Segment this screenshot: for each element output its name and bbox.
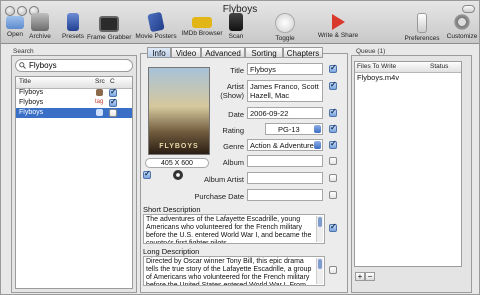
scan-button[interactable]: Scan	[225, 13, 247, 40]
album-artist-checkbox[interactable]	[329, 174, 337, 182]
archive-button[interactable]: Archive	[27, 13, 53, 40]
album-label: Album	[222, 158, 244, 167]
search-icon	[19, 62, 26, 69]
search-panel-title: Search	[13, 48, 34, 55]
search-input[interactable]	[29, 60, 124, 71]
src-icon: tag	[95, 99, 104, 105]
folder-icon	[6, 16, 24, 29]
rating-select[interactable]: PG-13	[265, 123, 323, 135]
row-checkbox[interactable]	[109, 109, 117, 117]
long-description-checkbox[interactable]	[329, 266, 337, 274]
rating-checkbox[interactable]	[329, 123, 337, 133]
src-icon	[96, 89, 103, 96]
preferences-button[interactable]: Preferences	[404, 13, 440, 42]
customize-button[interactable]: Customize	[445, 13, 479, 40]
play-icon	[331, 14, 345, 30]
title-checkbox[interactable]	[329, 63, 337, 73]
reset-poster-icon[interactable]	[173, 170, 183, 180]
title-field[interactable]: Flyboys	[247, 63, 323, 75]
date-label: Date	[228, 110, 244, 119]
short-description-label: Short Description	[143, 205, 201, 214]
tab-chapters[interactable]: Chapters	[283, 47, 323, 58]
table-row[interactable]: Flyboys	[16, 108, 132, 118]
poster-checkbox[interactable]	[143, 169, 151, 179]
toggle-button[interactable]: Toggle	[271, 13, 299, 42]
album-artist-label: Album Artist	[203, 175, 244, 184]
row-checkbox[interactable]	[109, 87, 117, 97]
search-field[interactable]	[15, 59, 133, 72]
col-files-to-write[interactable]: Files To Write	[357, 63, 396, 70]
tab-sorting[interactable]: Sorting	[245, 47, 283, 58]
artist-label: Artist	[226, 82, 244, 91]
genre-checkbox[interactable]	[329, 139, 337, 149]
remove-button[interactable]: −	[365, 272, 375, 281]
artist-field[interactable]: James Franco, Scott Hazell, Mac	[247, 80, 323, 102]
long-description-field[interactable]: Directed by Oscar winner Tony Bill, this…	[143, 256, 325, 286]
col-status[interactable]: Status	[430, 63, 448, 70]
main-window: Flyboys Open Archive Presets Frame Grabb…	[0, 0, 480, 295]
imdb-browser-button[interactable]: IMDb Browser	[181, 13, 223, 37]
poster-title-text: FLYBOYS	[159, 143, 199, 150]
chevron-down-icon	[314, 125, 321, 133]
col-c[interactable]: C	[110, 78, 115, 85]
chevron-down-icon	[314, 141, 321, 149]
frame-grabber-button[interactable]: Frame Grabber	[87, 13, 131, 41]
title-bar: Flyboys Open Archive Presets Frame Grabb…	[1, 1, 479, 44]
tab-info[interactable]: Info	[147, 47, 171, 58]
date-field[interactable]: 2006-09-22	[247, 107, 323, 119]
presets-button[interactable]: Presets	[59, 13, 87, 40]
switch-icon	[417, 13, 427, 33]
write-share-button[interactable]: Write & Share	[315, 13, 361, 39]
queue-table: Files To Write Status Flyboys.m4v	[354, 61, 462, 267]
rating-label: Rating	[222, 126, 244, 135]
gear-icon	[453, 13, 471, 31]
col-title[interactable]: Title	[19, 78, 31, 85]
genre-label: Genre	[223, 142, 244, 151]
title-label: Title	[230, 66, 244, 75]
search-results-table: Title Src C Flyboys Flyboys tag Flyboys	[15, 76, 133, 289]
artist-sub-label: (Show)	[220, 91, 244, 100]
row-checkbox[interactable]	[109, 97, 117, 107]
scrollbar[interactable]	[316, 258, 323, 284]
film-frame-icon	[99, 16, 119, 32]
archive-icon	[31, 13, 49, 31]
posters-icon	[147, 11, 165, 33]
src-icon	[96, 109, 103, 116]
genre-select[interactable]: Action & Adventure	[247, 139, 323, 151]
album-checkbox[interactable]	[329, 157, 337, 165]
album-field[interactable]	[247, 155, 323, 167]
purchase-date-checkbox[interactable]	[329, 191, 337, 199]
add-button[interactable]: +	[355, 272, 365, 281]
long-description-label: Long Description	[143, 247, 200, 256]
queue-panel-title: Queue (1)	[356, 48, 386, 55]
artist-checkbox[interactable]	[329, 80, 337, 90]
checkmark-icon	[275, 13, 295, 33]
table-row[interactable]: Flyboys tag	[16, 97, 132, 108]
short-description-field[interactable]: The adventures of the Lafayette Escadril…	[143, 214, 325, 244]
album-artist-field[interactable]	[247, 172, 323, 184]
movie-posters-button[interactable]: Movie Posters	[135, 11, 177, 40]
open-button[interactable]: Open	[4, 13, 26, 38]
tab-video[interactable]: Video	[171, 47, 201, 58]
movie-poster-image[interactable]: FLYBOYS	[148, 67, 210, 155]
purchase-date-label: Purchase Date	[194, 192, 244, 201]
short-description-checkbox[interactable]	[329, 222, 337, 232]
poster-size: 405 X 600	[145, 158, 209, 168]
list-item[interactable]: Flyboys.m4v	[355, 72, 461, 82]
toolbar-toggle-button[interactable]	[462, 5, 475, 13]
col-src[interactable]: Src	[95, 78, 105, 85]
purchase-date-field[interactable]	[247, 189, 323, 201]
scrollbar[interactable]	[316, 216, 323, 242]
tab-advanced[interactable]: Advanced	[201, 47, 245, 58]
scan-icon	[229, 13, 243, 31]
imdb-icon	[192, 17, 212, 28]
presets-icon	[67, 13, 79, 31]
date-checkbox[interactable]	[329, 107, 337, 117]
